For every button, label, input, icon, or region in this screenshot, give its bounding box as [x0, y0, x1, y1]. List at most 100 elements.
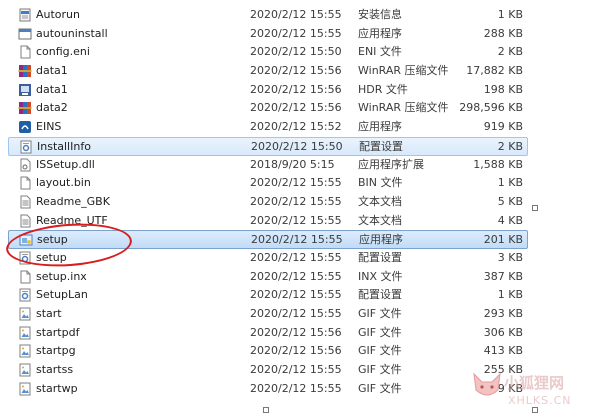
file-date: 2020/2/12 15:55	[250, 250, 342, 264]
file-type: 配置设置	[358, 288, 402, 302]
file-date: 2020/2/12 15:55	[250, 269, 342, 283]
file-type: ENI 文件	[358, 45, 402, 59]
resize-handle	[532, 407, 538, 413]
app-icon	[18, 120, 32, 134]
file-size: 413 KB	[483, 344, 523, 358]
file-row[interactable]: startpg 2020/2/12 15:56 GIF 文件 413 KB	[0, 342, 535, 361]
file-name: Autorun	[36, 8, 81, 21]
file-name: SetupLan	[36, 288, 88, 302]
text-icon	[18, 195, 32, 209]
resize-handle	[532, 205, 538, 211]
file-type: 应用程序	[358, 26, 402, 40]
file-date: 2020/2/12 15:55	[250, 176, 342, 190]
file-type: GIF 文件	[358, 344, 402, 358]
file-name: startwp	[36, 381, 78, 395]
file-type: WinRAR 压缩文件	[358, 64, 449, 78]
file-size: 288 KB	[483, 26, 523, 40]
file-date: 2020/2/12 15:55	[250, 381, 342, 395]
file-date: 2020/2/12 15:56	[250, 101, 342, 115]
file-size: 1 KB	[497, 288, 523, 302]
file-type: INX 文件	[358, 269, 403, 283]
file-date: 2018/9/20 5:15	[250, 157, 335, 171]
file-list: Autorun 2020/2/12 15:55 安装信息 1 KB autouninst…	[0, 6, 535, 398]
file-date: 2020/2/12 15:55	[250, 288, 342, 302]
file-type: 应用程序扩展	[358, 157, 424, 171]
file-type: 应用程序	[359, 233, 403, 247]
file-size: 5 KB	[497, 194, 523, 208]
file-name: data1	[36, 64, 68, 78]
gif-icon	[18, 363, 32, 377]
file-row[interactable]: startpdf 2020/2/12 15:56 GIF 文件 306 KB	[0, 324, 535, 343]
file-row[interactable]: ISSetup.dll 2018/9/20 5:15 应用程序扩展 1,588 KB	[0, 156, 535, 175]
file-name: start	[36, 307, 62, 320]
file-icon	[18, 45, 32, 59]
file-size: 387 KB	[483, 269, 523, 283]
file-row[interactable]: data2 2020/2/12 15:56 WinRAR 压缩文件 298,596 K…	[0, 99, 535, 118]
file-name: data2	[36, 101, 68, 115]
file-type: GIF 文件	[358, 307, 402, 320]
file-date: 2020/2/12 15:56	[250, 344, 342, 358]
file-type: 配置设置	[359, 139, 403, 153]
file-date: 2020/2/12 15:56	[250, 325, 342, 339]
file-size: 293 KB	[483, 307, 523, 320]
file-date: 2020/2/12 15:55	[250, 194, 342, 208]
file-size: 3 KB	[497, 250, 523, 264]
resize-handle	[263, 407, 269, 413]
file-name: data1	[36, 82, 68, 96]
file-type: HDR 文件	[358, 82, 408, 96]
file-type: 文本文档	[358, 213, 402, 227]
file-type: GIF 文件	[358, 363, 402, 377]
file-row[interactable]: EINS 2020/2/12 15:52 应用程序 919 KB	[0, 118, 535, 137]
file-row[interactable]: data1 2020/2/12 15:56 HDR 文件 198 KB	[0, 81, 535, 100]
file-name: startpdf	[36, 325, 80, 339]
gif-icon	[18, 344, 32, 358]
file-row[interactable]: startwp 2020/2/12 15:55 GIF 文件 209 KB	[0, 380, 535, 399]
file-row[interactable]: InstallInfo 2020/2/12 15:50 配置设置 2 KB	[8, 136, 528, 156]
fox-watermark-icon	[473, 372, 501, 396]
file-type: 配置设置	[358, 250, 402, 264]
file-name: autouninstall	[36, 26, 108, 40]
file-name: InstallInfo	[37, 139, 91, 153]
file-size: 201 KB	[483, 233, 523, 247]
file-date: 2020/2/12 15:55	[250, 363, 342, 377]
file-row[interactable]: data1 2020/2/12 15:56 WinRAR 压缩文件 17,882 KB	[0, 62, 535, 81]
file-size: 17,882 KB	[466, 64, 523, 78]
file-type: GIF 文件	[358, 325, 402, 339]
hdr-icon	[18, 83, 32, 97]
file-size: 2 KB	[497, 45, 523, 59]
config-icon	[19, 140, 33, 154]
file-row[interactable]: startss 2020/2/12 15:55 GIF 文件 255 KB	[0, 361, 535, 380]
file-row[interactable]: layout.bin 2020/2/12 15:55 BIN 文件 1 KB	[0, 174, 535, 193]
file-list-pane: Autorun 2020/2/12 15:55 安装信息 1 KB autouninst…	[0, 0, 535, 417]
file-size: 1 KB	[497, 8, 523, 21]
watermark-url: XHLKS.CN	[508, 394, 572, 407]
file-row[interactable]: start 2020/2/12 15:55 GIF 文件 293 KB	[0, 305, 535, 324]
file-row[interactable]: config.eni 2020/2/12 15:50 ENI 文件 2 KB	[0, 43, 535, 62]
file-date: 2020/2/12 15:55	[250, 8, 342, 21]
file-row[interactable]: SetupLan 2020/2/12 15:55 配置设置 1 KB	[0, 286, 535, 305]
dll-icon	[18, 158, 32, 172]
file-date: 2020/2/12 15:50	[250, 45, 342, 59]
gif-icon	[18, 326, 32, 340]
file-date: 2020/2/12 15:56	[250, 82, 342, 96]
file-size: 198 KB	[483, 82, 523, 96]
exe-icon	[18, 27, 32, 41]
file-size: 919 KB	[483, 120, 523, 134]
file-name: EINS	[36, 120, 62, 134]
file-type: 文本文档	[358, 194, 402, 208]
file-row[interactable]: setup.inx 2020/2/12 15:55 INX 文件 387 KB	[0, 268, 535, 287]
watermark-title: 小狐狸网	[504, 374, 565, 392]
file-name: config.eni	[36, 45, 90, 59]
file-row[interactable]: Readme_GBK 2020/2/12 15:55 文本文档 5 KB	[0, 193, 535, 212]
file-icon	[18, 176, 32, 190]
file-type: 应用程序	[358, 120, 402, 134]
file-size: 306 KB	[483, 325, 523, 339]
gif-icon	[18, 307, 32, 321]
file-row[interactable]: autouninstall 2020/2/12 15:55 应用程序 288 KB	[0, 25, 535, 44]
file-date: 2020/2/12 15:55	[250, 213, 342, 227]
file-type: 安装信息	[358, 8, 402, 21]
file-row[interactable]: Autorun 2020/2/12 15:55 安装信息 1 KB	[0, 6, 535, 25]
gif-icon	[18, 382, 32, 396]
file-size: 298,596 KB	[459, 101, 523, 115]
file-name: startpg	[36, 344, 76, 358]
